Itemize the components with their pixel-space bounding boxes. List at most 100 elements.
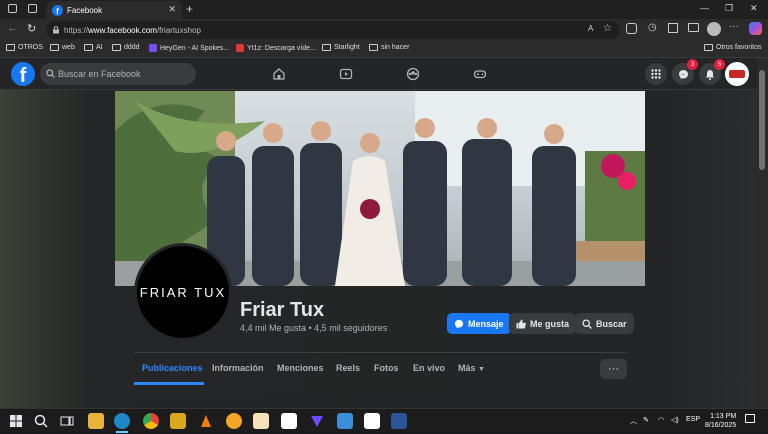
bookmark-label: OTROS — [18, 44, 43, 51]
read-aloud-icon[interactable]: A — [588, 24, 593, 33]
close-tab-icon[interactable]: ✕ — [168, 4, 176, 15]
edge-browser-icon[interactable] — [114, 413, 130, 429]
page-avatar[interactable]: FRIAR TUX — [134, 243, 232, 341]
url-path: /friartuxshop — [156, 25, 201, 35]
refresh-icon[interactable]: ↻ — [27, 22, 36, 35]
messenger-icon — [678, 69, 688, 79]
account-avatar-image — [729, 70, 745, 78]
url-domain: www.facebook.com — [88, 25, 157, 35]
profile-avatar-icon[interactable] — [707, 22, 721, 36]
video-icon[interactable] — [339, 67, 353, 81]
like-button-label: Me gusta — [530, 318, 570, 329]
vlc-icon[interactable] — [198, 413, 214, 429]
history-icon[interactable]: ◷ — [648, 22, 657, 33]
menu-grid-button[interactable] — [645, 63, 667, 85]
document-icon[interactable] — [364, 413, 380, 429]
facebook-search-input[interactable]: Buscar en Facebook — [40, 63, 196, 85]
like-button[interactable]: Me gusta — [509, 313, 577, 334]
sticky-app-icon[interactable] — [170, 413, 186, 429]
bell-icon — [706, 69, 714, 80]
thumbs-up-icon — [516, 319, 526, 328]
tab-mas[interactable]: Más ▼ — [458, 363, 485, 373]
taskbar-clock[interactable]: 1:13 PM 8/16/2025 — [705, 412, 736, 430]
proton-vpn-icon[interactable] — [309, 413, 325, 429]
tab-publicaciones[interactable]: Publicaciones — [142, 363, 203, 373]
url-field[interactable]: https://www.facebook.com/friartuxshop A … — [46, 21, 620, 39]
bookmark-folder-web[interactable]: web — [50, 44, 75, 51]
gaming-icon[interactable] — [473, 67, 487, 81]
copilot-icon[interactable] — [749, 22, 762, 35]
word-icon[interactable] — [391, 413, 407, 429]
task-view-icon[interactable] — [59, 413, 75, 429]
split-screen-icon[interactable] — [668, 23, 678, 33]
active-app-indicator — [116, 431, 128, 433]
back-icon[interactable]: ← — [7, 22, 18, 34]
facebook-logo-icon[interactable]: f — [11, 62, 35, 86]
other-favorites-folder[interactable]: Otros favoritos — [704, 44, 762, 51]
home-icon[interactable] — [272, 67, 286, 81]
windows-start-icon[interactable] — [8, 413, 24, 429]
lock-icon — [53, 26, 59, 34]
caret-down-icon: ▼ — [478, 366, 485, 373]
tab-en-vivo[interactable]: En vivo — [413, 363, 445, 373]
notification-center-icon[interactable] — [745, 414, 755, 423]
notifications-button[interactable]: 5 — [699, 59, 725, 85]
message-button[interactable]: Mensaje — [447, 313, 511, 334]
pen-tray-icon[interactable]: ✎ — [643, 416, 649, 424]
settings-more-icon[interactable]: ··· — [729, 21, 739, 32]
tab-actions-icon[interactable] — [28, 4, 37, 13]
folder-icon — [6, 44, 15, 51]
search-icon — [582, 318, 592, 329]
bookmark-heygen[interactable]: HeyGen - AI Spokes... — [149, 44, 229, 52]
taskbar-search-icon[interactable] — [33, 413, 49, 429]
account-avatar[interactable] — [725, 62, 749, 86]
minimize-icon[interactable]: — — [700, 3, 709, 13]
volume-icon[interactable]: ◁) — [671, 416, 679, 424]
heygen-icon — [149, 44, 157, 52]
notifications-badge: 5 — [714, 59, 725, 70]
close-window-icon[interactable]: ✕ — [750, 3, 758, 14]
page-tabs: Publicaciones Información Menciones Reel… — [134, 352, 627, 385]
language-indicator[interactable]: ESP — [686, 416, 700, 423]
favorite-star-icon[interactable]: ☆ — [603, 23, 612, 34]
groups-icon[interactable] — [406, 67, 420, 81]
bookmark-folder-dddd[interactable]: dddd — [112, 44, 140, 51]
bookmark-folder-ai[interactable]: AI — [84, 44, 103, 51]
bookmark-folder-starlight[interactable]: Starlight — [322, 44, 360, 51]
tab-title: Facebook — [67, 5, 103, 15]
bookmark-label: Starlight — [334, 44, 360, 51]
app-icon[interactable] — [337, 413, 353, 429]
bookmark-label: Yt1z: Descarga víde... — [247, 44, 316, 52]
url-prefix: https:// — [64, 25, 89, 35]
extensions-icon[interactable] — [626, 23, 637, 34]
wifi-icon[interactable]: ◠ — [658, 416, 664, 424]
page-title: Friar Tux — [240, 299, 325, 321]
new-tab-icon[interactable]: + — [186, 2, 193, 16]
avast-icon[interactable] — [226, 413, 242, 429]
tray-chevron-up-icon[interactable]: ︿ — [630, 416, 637, 426]
browser-tab-facebook[interactable]: f Facebook ✕ — [46, 1, 182, 19]
tab-menciones[interactable]: Menciones — [277, 363, 324, 373]
workspaces-icon[interactable] — [8, 4, 17, 13]
notepad-icon[interactable] — [253, 413, 269, 429]
clock-date: 8/16/2025 — [705, 422, 737, 429]
page-stats[interactable]: 4,4 mil Me gusta • 4,5 mil seguidores — [240, 323, 387, 333]
file-explorer-icon[interactable] — [88, 413, 104, 429]
tab-reels[interactable]: Reels — [336, 363, 360, 373]
tab-informacion[interactable]: Información — [212, 363, 264, 373]
restore-icon[interactable]: ❐ — [725, 3, 733, 14]
messenger-button[interactable]: 3 — [672, 59, 698, 85]
chrome-icon[interactable] — [143, 413, 159, 429]
scrollbar-thumb[interactable] — [759, 70, 765, 170]
facebook-favicon-icon: f — [52, 4, 63, 16]
more-options-button[interactable]: ··· — [600, 359, 627, 379]
address-toolbar: ← ↻ https://www.facebook.com/friartuxsho… — [0, 19, 768, 41]
search-page-button[interactable]: Buscar — [575, 313, 634, 334]
bookmark-folder-sin-hacer[interactable]: sin hacer — [369, 44, 409, 51]
bookmark-folder-otros[interactable]: OTROS — [6, 44, 43, 51]
tab-fotos[interactable]: Fotos — [374, 363, 399, 373]
folder-icon — [704, 44, 713, 51]
bookmark-yt1z[interactable]: Yt1z: Descarga víde... — [236, 44, 316, 52]
collections-icon[interactable] — [688, 23, 699, 32]
capcut-icon[interactable] — [281, 413, 297, 429]
